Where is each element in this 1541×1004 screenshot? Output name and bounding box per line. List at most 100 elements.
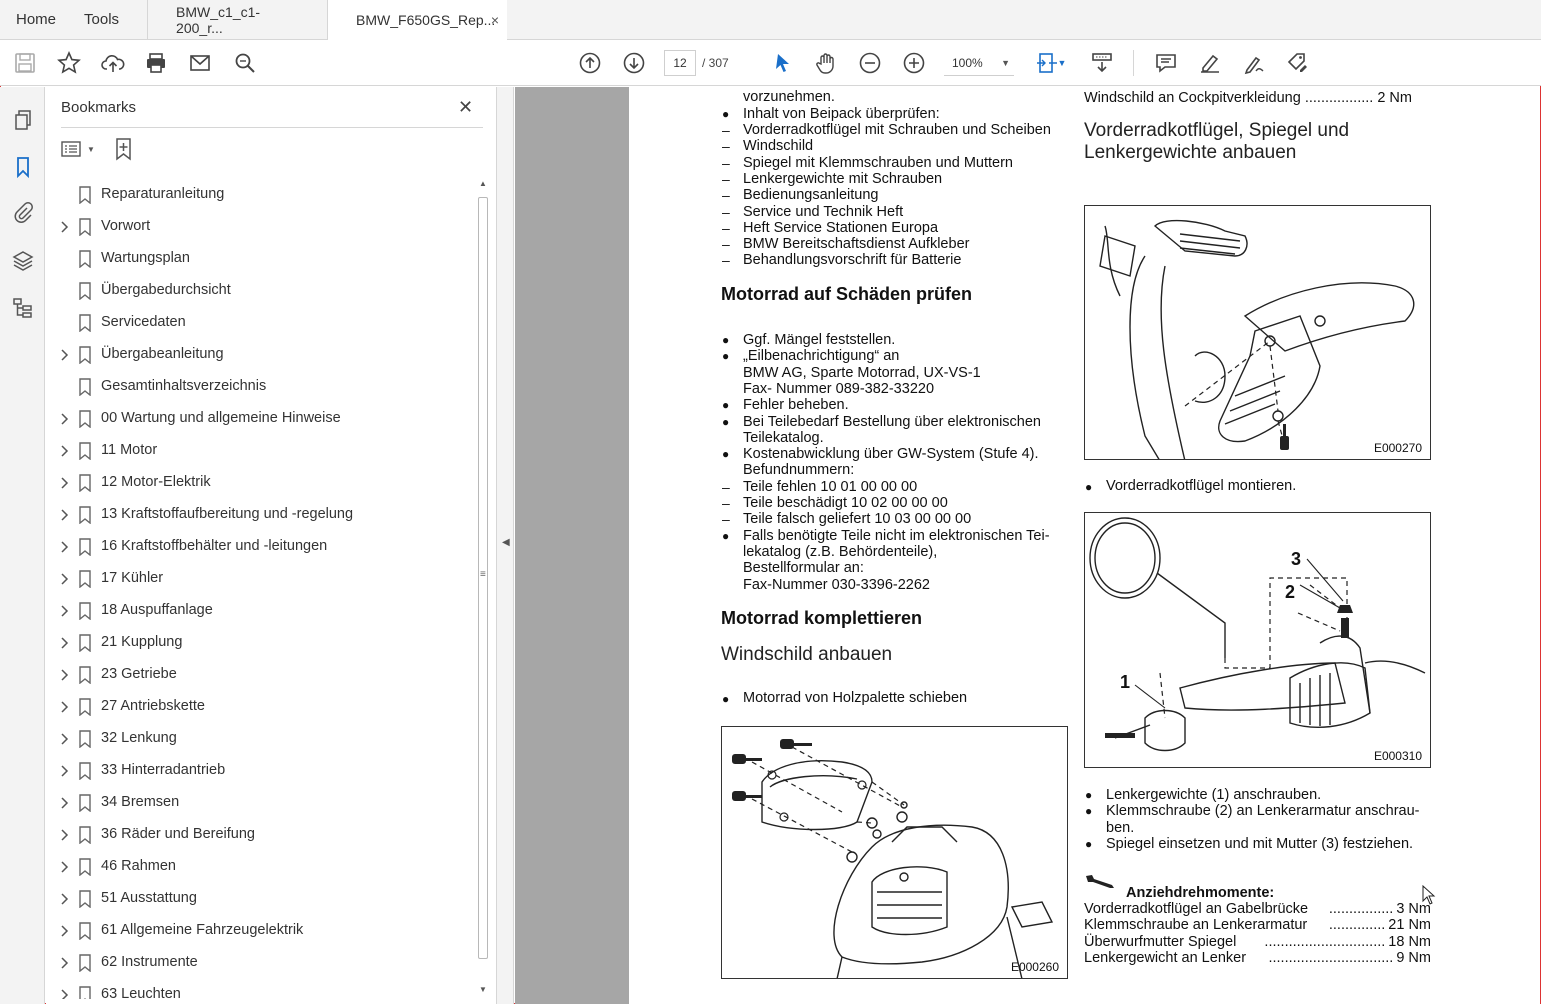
hand-tool-icon[interactable] — [813, 50, 839, 76]
sign-icon[interactable] — [1241, 50, 1267, 76]
chevron-right-icon[interactable] — [58, 764, 70, 778]
bookmark-label: 13 Kraftstoffaufbereitung und -regelung — [101, 506, 354, 522]
bookmark-item[interactable]: 63 Leuchten — [46, 979, 474, 999]
chevron-right-icon[interactable] — [58, 796, 70, 810]
doc-text: Inhalt von Beipack überprüfen: — [743, 106, 940, 122]
chevron-right-icon[interactable] — [58, 476, 70, 490]
new-bookmark-button[interactable] — [113, 137, 137, 168]
chevron-right-icon[interactable] — [58, 220, 70, 234]
bookmark-item[interactable]: 23 Getriebe — [46, 659, 474, 691]
scroll-down-icon[interactable]: ▼ — [479, 985, 487, 994]
chevron-right-icon[interactable] — [58, 860, 70, 874]
bookmark-item[interactable]: 27 Antriebskette — [46, 691, 474, 723]
tab-document-1[interactable]: BMW_c1_c1-200_r... — [147, 0, 327, 39]
chevron-right-icon[interactable] — [58, 828, 70, 842]
chevron-right-icon[interactable] — [58, 988, 70, 999]
collapse-panel-icon[interactable]: ◀ — [502, 537, 510, 548]
star-icon[interactable] — [56, 50, 82, 76]
highlight-pen-icon[interactable] — [1197, 50, 1223, 76]
bookmark-item[interactable]: Vorwort — [46, 211, 474, 243]
tab-home[interactable]: Home — [0, 0, 70, 39]
chevron-right-icon[interactable] — [58, 508, 70, 522]
prev-page-icon[interactable] — [577, 50, 603, 76]
bookmark-item[interactable]: Übergabedurchsicht — [46, 275, 474, 307]
torque-label: Lenkergewicht an Lenker — [1084, 949, 1247, 966]
bookmark-item[interactable]: Gesamtinhaltsverzeichnis — [46, 371, 474, 403]
chevron-right-icon[interactable] — [58, 956, 70, 970]
torque-label: Überwurfmutter Spiegel — [1084, 933, 1237, 950]
bookmark-item[interactable]: 36 Räder und Bereifung — [46, 819, 474, 851]
chevron-right-icon[interactable] — [58, 540, 70, 554]
fit-dropdown-icon[interactable]: ▼ — [1055, 50, 1069, 76]
edit-tags-icon[interactable] — [1285, 50, 1311, 76]
bookmark-item[interactable]: 13 Kraftstoffaufbereitung und -regelung — [46, 499, 474, 531]
scroll-mode-icon[interactable] — [1089, 50, 1115, 76]
close-icon[interactable]: ✕ — [458, 97, 473, 118]
chevron-right-icon[interactable] — [58, 892, 70, 906]
doc-text: Ggf. Mängel feststellen. — [743, 332, 896, 348]
bookmark-item[interactable]: 18 Auspuffanlage — [46, 595, 474, 627]
print-icon[interactable] — [143, 50, 169, 76]
save-icon[interactable] — [12, 50, 38, 76]
comment-icon[interactable] — [1153, 50, 1179, 76]
doc-text: Bestellformular an: — [743, 560, 864, 577]
bookmark-item[interactable]: Servicedaten — [46, 307, 474, 339]
bookmark-item[interactable]: 17 Kühler — [46, 563, 474, 595]
bookmark-item[interactable]: 62 Instrumente — [46, 947, 474, 979]
zoom-out-icon[interactable] — [857, 50, 883, 76]
chevron-right-icon[interactable] — [58, 924, 70, 938]
bookmark-item[interactable]: 16 Kraftstoffbehälter und -leitungen — [46, 531, 474, 563]
bookmark-item[interactable]: 33 Hinterradantrieb — [46, 755, 474, 787]
tab-close-icon[interactable]: × — [491, 12, 499, 28]
tab-tools[interactable]: Tools — [70, 0, 147, 39]
next-page-icon[interactable] — [621, 50, 647, 76]
chevron-right-icon[interactable] — [58, 732, 70, 746]
bookmark-item[interactable]: 34 Bremsen — [46, 787, 474, 819]
bookmark-item[interactable]: 32 Lenkung — [46, 723, 474, 755]
tab-document-2[interactable]: BMW_F650GS_Rep... × — [327, 0, 508, 41]
chevron-right-icon[interactable] — [58, 348, 70, 362]
chevron-right-icon[interactable] — [58, 572, 70, 586]
bullet: ● — [722, 398, 730, 413]
zoom-select[interactable]: 100% ▼ — [944, 50, 1014, 76]
bookmark-item[interactable]: Wartungsplan — [46, 243, 474, 275]
chevron-right-icon[interactable] — [58, 636, 70, 650]
bookmark-item[interactable]: 12 Motor-Elektrik — [46, 467, 474, 499]
chevron-right-icon[interactable] — [58, 700, 70, 714]
mail-icon[interactable] — [187, 50, 213, 76]
structure-tree-icon[interactable] — [9, 294, 37, 322]
doc-text: Teile fehlen 10 01 00 00 00 — [743, 478, 918, 495]
chevron-right-icon[interactable] — [58, 412, 70, 426]
attachment-icon[interactable] — [9, 199, 37, 227]
bookmark-item[interactable]: 21 Kupplung — [46, 627, 474, 659]
bookmark-scrollbar[interactable]: ▲ ≡ ▼ — [476, 179, 490, 999]
torque-dots: .............................. — [1264, 933, 1386, 950]
bookmark-label: Wartungsplan — [101, 250, 190, 266]
panel-splitter[interactable]: ◀ — [496, 87, 514, 1004]
bookmark-item[interactable]: 00 Wartung und allgemeine Hinweise — [46, 403, 474, 435]
bookmark-item[interactable]: 51 Ausstattung — [46, 883, 474, 915]
page-thumbnails-icon[interactable] — [9, 106, 37, 134]
bookmark-label: Übergabeanleitung — [101, 346, 224, 362]
bookmark-item[interactable]: 11 Motor — [46, 435, 474, 467]
scroll-up-icon[interactable]: ▲ — [479, 179, 487, 188]
bookmark-icon — [78, 922, 92, 941]
chevron-right-icon[interactable] — [58, 604, 70, 618]
select-cursor-icon[interactable] — [770, 50, 796, 76]
bullet: ● — [1085, 804, 1093, 819]
bookmark-item[interactable]: 46 Rahmen — [46, 851, 474, 883]
bookmark-item[interactable]: Übergabeanleitung — [46, 339, 474, 371]
zoom-in-icon[interactable] — [901, 50, 927, 76]
bookmark-label: 34 Bremsen — [101, 794, 180, 810]
cloud-upload-icon[interactable] — [100, 50, 126, 76]
chevron-right-icon[interactable] — [58, 668, 70, 682]
chevron-right-icon[interactable] — [58, 444, 70, 458]
bookmark-panel-icon[interactable] — [9, 153, 37, 181]
bookmark-options-button[interactable]: ▼ — [61, 139, 95, 159]
doc-text: Teile beschädigt 10 02 00 00 00 — [743, 495, 948, 511]
page-number-input[interactable]: 12 — [664, 50, 696, 76]
layers-icon[interactable] — [9, 247, 37, 275]
bookmark-item[interactable]: Reparaturanleitung — [46, 179, 474, 211]
bookmark-item[interactable]: 61 Allgemeine Fahrzeugelektrik — [46, 915, 474, 947]
search-icon[interactable] — [232, 50, 258, 76]
